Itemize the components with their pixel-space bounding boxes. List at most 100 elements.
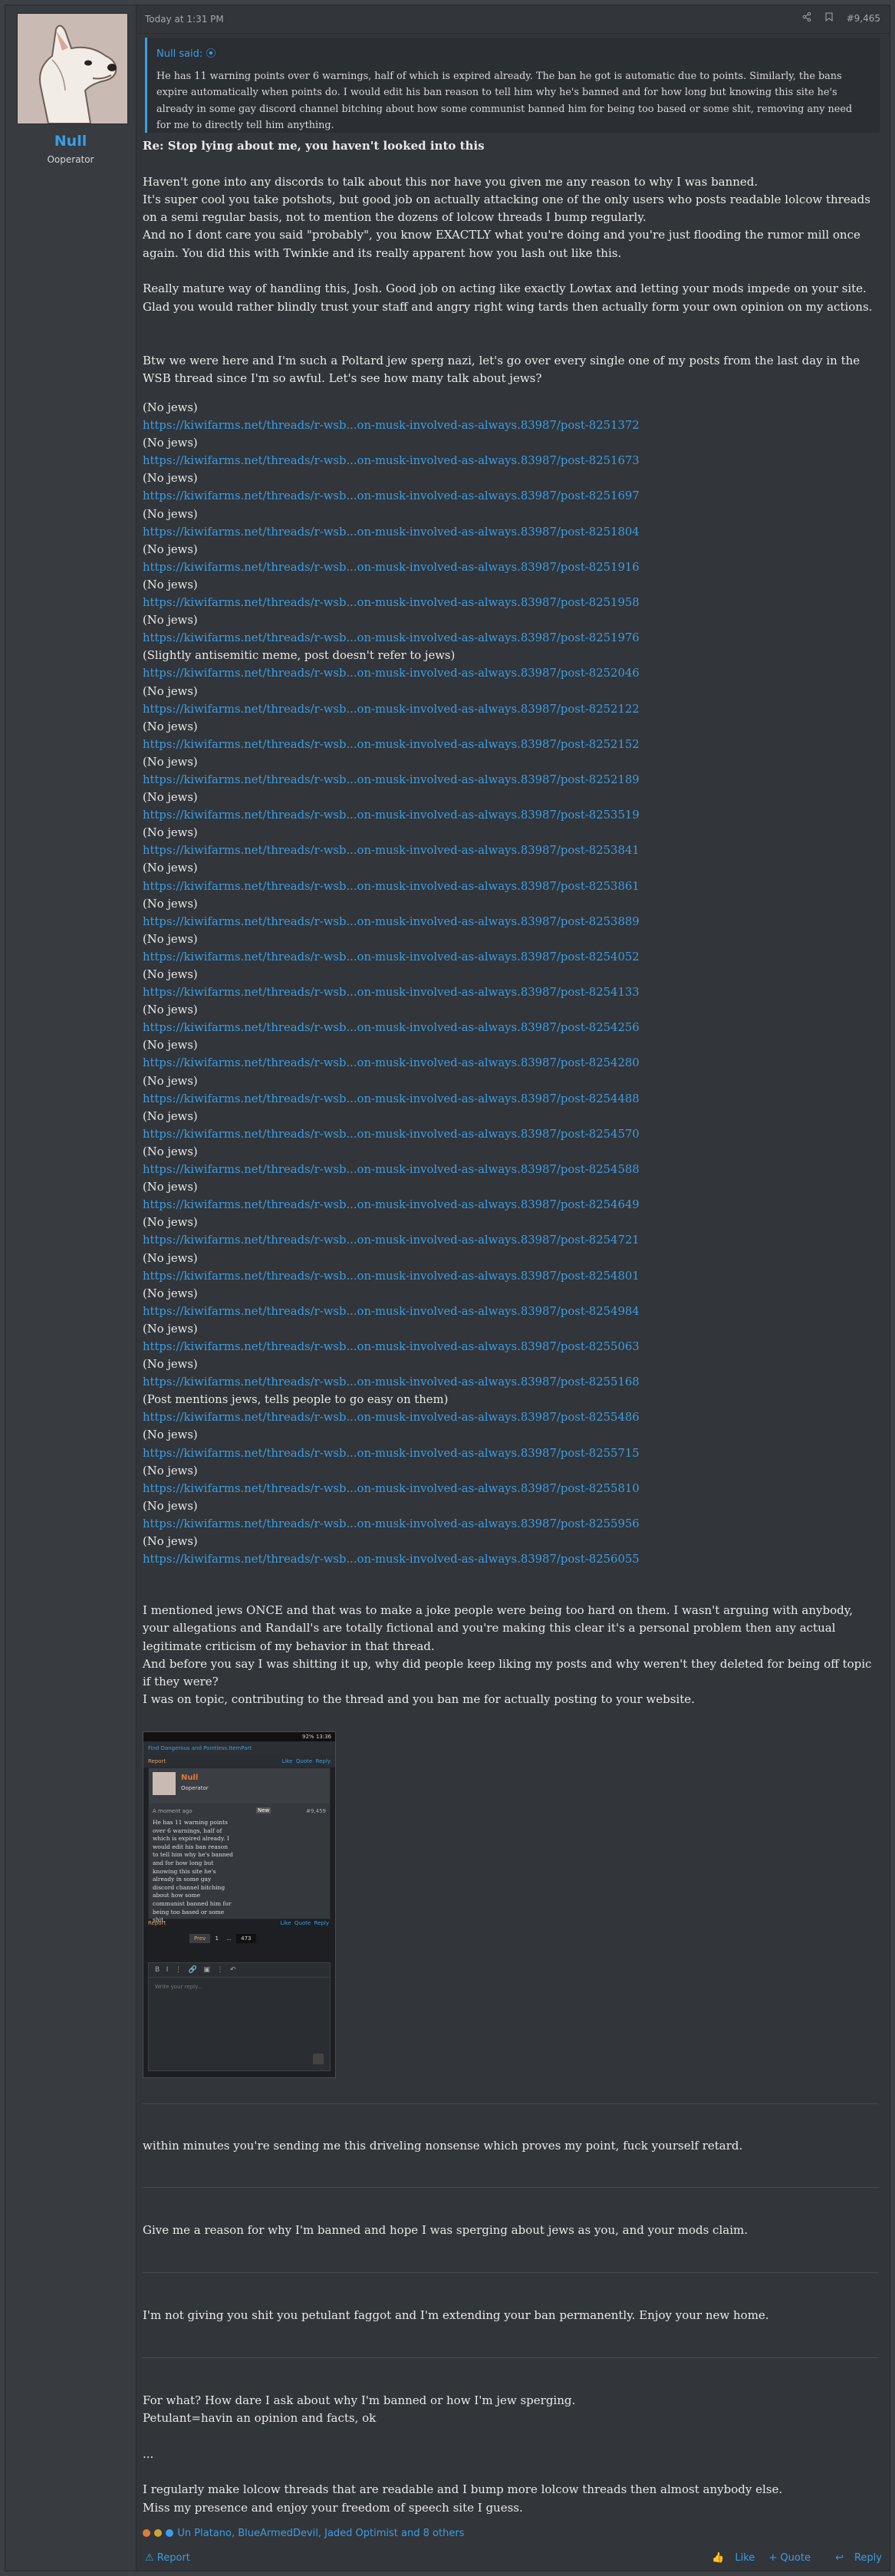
- reactions-list[interactable]: Un Platano, BlueArmedDevil, Jaded Optimi…: [177, 2528, 464, 2539]
- post-link[interactable]: https://kiwifarms.net/threads/r-wsb...on…: [143, 1408, 879, 1426]
- post-link[interactable]: https://kiwifarms.net/threads/r-wsb...on…: [143, 913, 879, 931]
- post-link[interactable]: https://kiwifarms.net/threads/r-wsb...on…: [143, 1444, 879, 1462]
- post-link[interactable]: https://kiwifarms.net/threads/r-wsb...on…: [143, 1161, 879, 1178]
- link-note: (No jews): [143, 897, 198, 911]
- quoted-post: Null said: ⦿ He has 11 warning points ov…: [145, 38, 880, 133]
- link-note: (No jews): [143, 1535, 198, 1548]
- intro-line: Really mature way of handling this, Josh…: [143, 282, 873, 314]
- quote-button[interactable]: + Quote: [768, 2552, 811, 2564]
- like-button[interactable]: 👍 Like: [701, 2552, 755, 2564]
- mini-forum-link: Find Dangerous and Pointless.ItemPart: [143, 1741, 335, 1755]
- author-name[interactable]: Null: [5, 133, 136, 150]
- quote-author[interactable]: Null said: ⦿: [156, 45, 216, 60]
- post-link[interactable]: https://kiwifarms.net/threads/r-wsb...on…: [143, 1267, 879, 1285]
- link-note: (Slightly antisemitic meme, post doesn't…: [143, 649, 456, 663]
- post-link[interactable]: https://kiwifarms.net/threads/r-wsb...on…: [143, 417, 879, 434]
- reply-icon: ↩: [835, 2552, 844, 2564]
- mini-like: Like: [281, 1758, 293, 1764]
- post-link[interactable]: https://kiwifarms.net/threads/r-wsb...on…: [143, 558, 879, 576]
- post-link[interactable]: https://kiwifarms.net/threads/r-wsb...on…: [143, 806, 879, 824]
- link-note: (No jews): [143, 542, 198, 556]
- mini-new-badge: New: [256, 1807, 271, 1813]
- post-link[interactable]: https://kiwifarms.net/threads/r-wsb...on…: [143, 771, 879, 789]
- divider: [143, 2187, 879, 2188]
- mini-report-2: Report: [148, 1920, 166, 1926]
- post-header-actions: #9,465: [791, 12, 880, 24]
- mini-body: He has 11 warning points over 6 warnings…: [153, 1819, 233, 1924]
- mini-post: Null Ooperator A moment ago New #9,459 H…: [148, 1767, 331, 1923]
- post-link[interactable]: https://kiwifarms.net/threads/r-wsb...on…: [143, 700, 879, 718]
- link-note: (No jews): [143, 1358, 198, 1372]
- after-line: I mentioned jews ONCE and that was to ma…: [143, 1603, 853, 1653]
- post-link[interactable]: https://kiwifarms.net/threads/r-wsb...on…: [143, 594, 879, 611]
- mini-quote: Quote: [295, 1758, 313, 1764]
- mini-editor: B I ⋮ 🔗 ▣ ⋮ ↶ Write your reply...: [148, 1962, 331, 2071]
- thumb-icon: 👍: [712, 2552, 725, 2564]
- embedded-screenshot[interactable]: 92% 13:36 Find Dangerous and Pointless.I…: [143, 1731, 336, 2078]
- arrow-up-circle-icon[interactable]: ⦿: [206, 48, 216, 60]
- post-date[interactable]: Today at 1:31 PM: [145, 14, 224, 25]
- post-link[interactable]: https://kiwifarms.net/threads/r-wsb...on…: [143, 629, 879, 647]
- post-link[interactable]: https://kiwifarms.net/threads/r-wsb...on…: [143, 1373, 879, 1391]
- author-title: Ooperator: [47, 154, 94, 165]
- bookmark-icon[interactable]: [825, 12, 833, 24]
- post-link[interactable]: https://kiwifarms.net/threads/r-wsb...on…: [143, 1303, 879, 1320]
- link-note: (No jews): [143, 861, 198, 875]
- section-5-line: I regularly make lolcow threads that are…: [143, 2482, 783, 2497]
- mini-avatar: [153, 1772, 176, 1795]
- post-link[interactable]: https://kiwifarms.net/threads/r-wsb...on…: [143, 1196, 879, 1214]
- post-header: Today at 1:31 PM #9,465: [137, 5, 890, 34]
- post-link[interactable]: https://kiwifarms.net/threads/r-wsb...on…: [143, 1125, 879, 1143]
- post-link[interactable]: https://kiwifarms.net/threads/r-wsb...on…: [143, 1550, 879, 1568]
- share-icon[interactable]: [802, 12, 811, 24]
- avatar[interactable]: [17, 13, 128, 124]
- mini-time: A moment ago: [153, 1808, 192, 1814]
- link-note: (No jews): [143, 1145, 198, 1158]
- post-footer: ⚠ Report 👍 Like + Quote ↩ Reply: [145, 2552, 882, 2571]
- mini-editor-toolbar: B I ⋮ 🔗 ▣ ⋮ ↶: [149, 1963, 330, 1978]
- mini-author: Null: [181, 1774, 199, 1782]
- mini-reply: Reply: [315, 1758, 331, 1764]
- mini-page-dots: ...: [226, 1935, 232, 1942]
- post-link[interactable]: https://kiwifarms.net/threads/r-wsb...on…: [143, 1019, 879, 1036]
- section-5-line: Petulant=havin an opinion and facts, ok: [143, 2411, 377, 2426]
- after-line: And before you say I was shitting it up,…: [143, 1656, 872, 1689]
- reactions-bar[interactable]: Un Platano, BlueArmedDevil, Jaded Optimi…: [143, 2528, 464, 2539]
- mini-reply-2: Reply: [314, 1920, 329, 1926]
- reaction-icon: [166, 2529, 174, 2537]
- report-link[interactable]: ⚠ Report: [145, 2552, 190, 2564]
- link-note: (No jews): [143, 1428, 198, 1442]
- mini-bottom-actions: Report Like Quote Reply: [148, 1920, 329, 1929]
- post-intro: Re: Stop lying about me, you haven't loo…: [143, 137, 879, 387]
- post-link[interactable]: https://kiwifarms.net/threads/r-wsb...on…: [143, 1480, 879, 1497]
- report-label: Report: [156, 2552, 190, 2564]
- reply-button[interactable]: ↩ Reply: [824, 2552, 882, 2564]
- post-link[interactable]: https://kiwifarms.net/threads/r-wsb...on…: [143, 948, 879, 966]
- quote-author-label[interactable]: Null said:: [156, 48, 202, 60]
- post-link[interactable]: https://kiwifarms.net/threads/r-wsb...on…: [143, 1338, 879, 1356]
- intro-line: Haven't gone into any discords to talk a…: [143, 174, 758, 189]
- post-link[interactable]: https://kiwifarms.net/threads/r-wsb...on…: [143, 523, 879, 541]
- mini-page-current: 473: [236, 1934, 256, 1943]
- post-link[interactable]: https://kiwifarms.net/threads/r-wsb...on…: [143, 487, 879, 505]
- post-link[interactable]: https://kiwifarms.net/threads/r-wsb...on…: [143, 983, 879, 1001]
- link-note: (No jews): [143, 968, 198, 981]
- post-link[interactable]: https://kiwifarms.net/threads/r-wsb...on…: [143, 1231, 879, 1249]
- post-link[interactable]: https://kiwifarms.net/threads/r-wsb...on…: [143, 664, 879, 682]
- like-label: Like: [735, 2552, 755, 2564]
- quote-text: He has 11 warning points over 6 warnings…: [156, 71, 853, 132]
- dog-avatar-image: [18, 14, 127, 124]
- post-link[interactable]: https://kiwifarms.net/threads/r-wsb...on…: [143, 736, 879, 753]
- reaction-icon: [154, 2529, 163, 2537]
- post-link[interactable]: https://kiwifarms.net/threads/r-wsb...on…: [143, 452, 879, 469]
- mini-prev: Prev: [189, 1934, 211, 1943]
- post-link[interactable]: https://kiwifarms.net/threads/r-wsb...on…: [143, 1090, 879, 1108]
- post-link[interactable]: https://kiwifarms.net/threads/r-wsb...on…: [143, 878, 879, 895]
- post-link[interactable]: https://kiwifarms.net/threads/r-wsb...on…: [143, 1054, 879, 1072]
- mini-author-title: Ooperator: [181, 1785, 209, 1791]
- post-number[interactable]: #9,465: [847, 13, 880, 24]
- post-link[interactable]: https://kiwifarms.net/threads/r-wsb...on…: [143, 842, 879, 859]
- mini-top-actions: Report Like Quote Reply: [143, 1755, 335, 1767]
- post-link[interactable]: https://kiwifarms.net/threads/r-wsb...on…: [143, 1515, 879, 1533]
- link-note: (No jews): [143, 507, 198, 521]
